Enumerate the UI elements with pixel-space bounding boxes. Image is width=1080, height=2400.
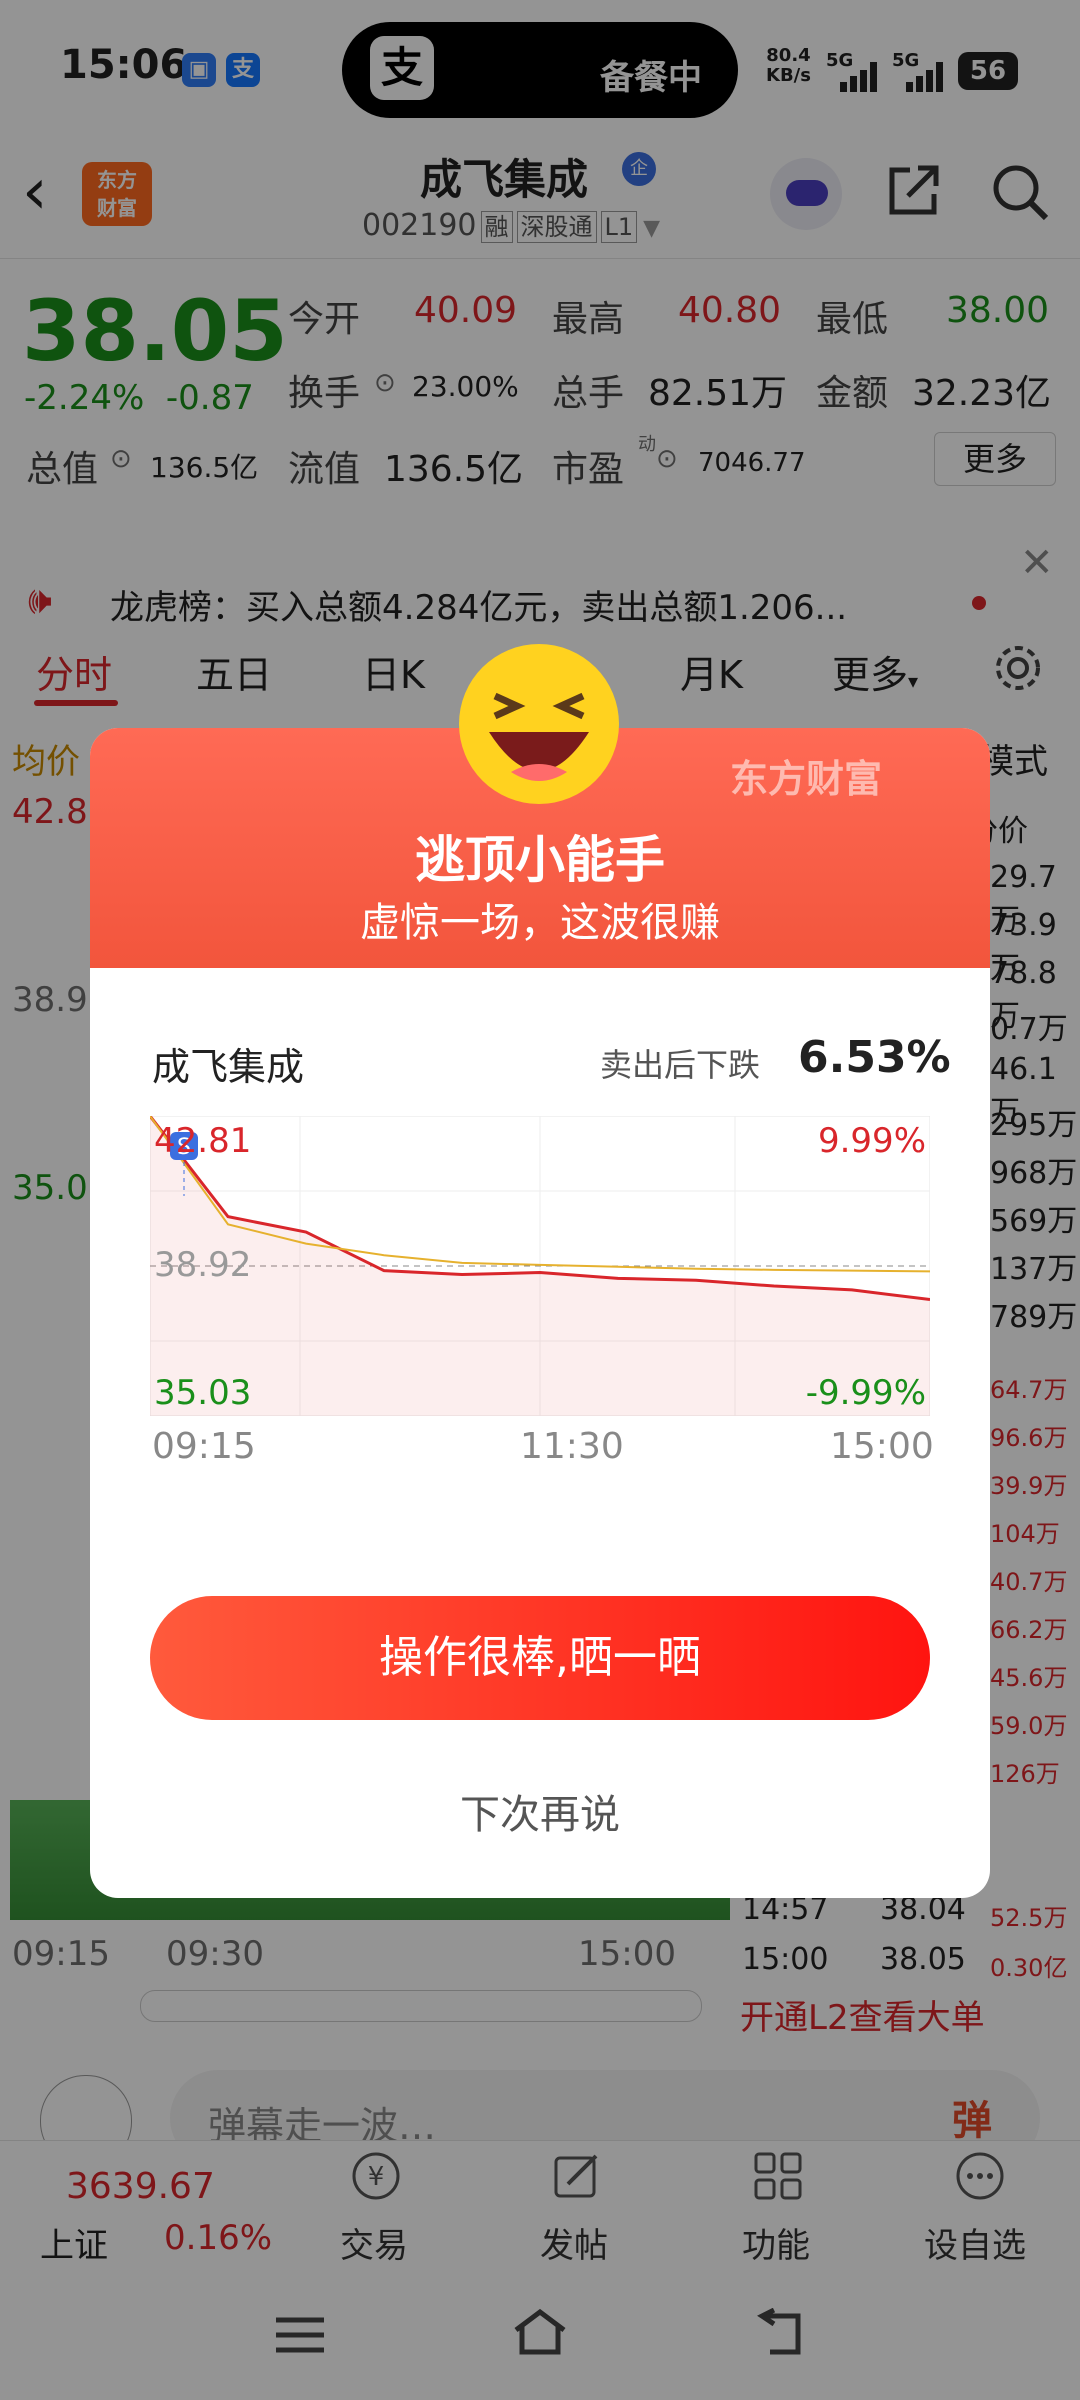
chart-down-pct-label: -9.99% xyxy=(806,1373,926,1413)
chart-time-end: 15:00 xyxy=(830,1426,934,1467)
chart-mid-label: 38.92 xyxy=(154,1245,251,1285)
chart-low-label: 35.03 xyxy=(154,1373,251,1413)
chart-up-pct-label: 9.99% xyxy=(818,1121,926,1161)
share-button[interactable]: 操作很棒,晒一晒 xyxy=(150,1596,930,1720)
chart-high-label: 42.81 xyxy=(154,1121,251,1161)
laughing-emoji-icon xyxy=(459,644,619,804)
dialog-stock-name: 成飞集成 xyxy=(152,1045,305,1089)
dialog-subtitle: 虚惊一场，这波很赚 xyxy=(360,900,720,946)
intraday-mini-chart: S 42.81 9.99% 38.92 35.03 -9.99% xyxy=(150,1116,930,1416)
later-button[interactable]: 下次再说 xyxy=(90,1782,990,1840)
drop-after-sell-value: 6.53% xyxy=(798,1032,951,1083)
dialog-brand-watermark: 东方财富 xyxy=(730,757,883,801)
chart-time-mid: 11:30 xyxy=(520,1426,624,1467)
escape-top-dialog: 东方财富 逃顶小能手 虚惊一场，这波很赚 成飞集成 卖出后下跌 6.53% S … xyxy=(90,728,990,1898)
chart-time-start: 09:15 xyxy=(152,1426,256,1467)
dialog-title: 逃顶小能手 xyxy=(415,831,665,889)
drop-after-sell-label: 卖出后下跌 xyxy=(600,1046,761,1084)
